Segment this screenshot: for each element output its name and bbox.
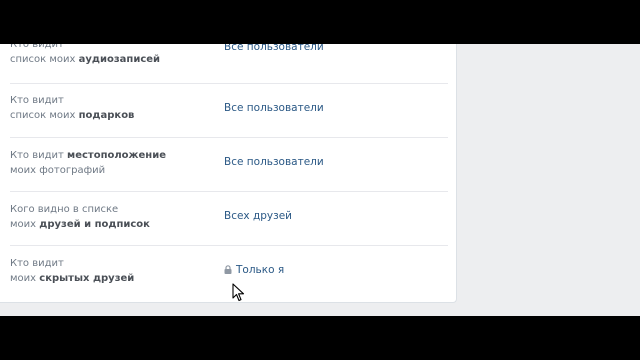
label-emphasis: местоположение [67, 150, 166, 161]
label-text: Кто видит [10, 150, 68, 161]
setting-label: Кто видит моих скрытых друзей [10, 256, 210, 286]
label-text: список моих [10, 110, 79, 121]
audio-privacy-dropdown[interactable]: Все пользователи [224, 44, 324, 55]
privacy-row-photo-location: Кто видит местоположение моих фотографий… [0, 148, 456, 202]
friends-list-privacy-dropdown[interactable]: Всех друзей [224, 209, 292, 224]
setting-label-line1: Кто видит [10, 95, 64, 106]
label-emphasis: друзей и подписок [39, 219, 150, 230]
setting-label-line2: моих скрытых друзей [10, 271, 210, 286]
row-divider [10, 83, 448, 84]
mouse-cursor-icon [232, 283, 245, 302]
setting-label-line2: список моих аудиозаписей [10, 52, 210, 67]
setting-label: Кто видит список моих подарков [10, 93, 210, 123]
label-text: моих [10, 273, 40, 284]
lock-icon [224, 264, 232, 279]
hidden-friends-privacy-dropdown[interactable]: Только я [224, 263, 284, 279]
label-text: список моих [10, 54, 79, 65]
setting-label-line1: Кого видно в списке [10, 204, 119, 215]
privacy-settings-panel: Кто видит список моих аудиозаписей Все п… [0, 44, 457, 303]
photo-location-privacy-dropdown[interactable]: Все пользователи [224, 155, 324, 170]
hidden-friends-privacy-value: Только я [236, 264, 285, 276]
setting-label: Кого видно в списке моих друзей и подпис… [10, 202, 210, 232]
gifts-privacy-dropdown[interactable]: Все пользователи [224, 101, 324, 116]
setting-label-line1: Кто видит местоположение [10, 148, 210, 163]
row-divider [10, 245, 448, 246]
row-divider [10, 137, 448, 138]
row-divider [10, 191, 448, 192]
privacy-row-gifts: Кто видит список моих подарков Все польз… [0, 93, 456, 147]
settings-page: Кто видит список моих аудиозаписей Все п… [0, 44, 640, 316]
setting-label-line2: моих друзей и подписок [10, 217, 210, 232]
label-emphasis: подарков [78, 110, 135, 121]
setting-label-line1: Кто видит [10, 44, 64, 50]
label-emphasis: аудиозаписей [78, 54, 161, 65]
setting-label: Кто видит местоположение моих фотографий [10, 148, 210, 178]
label-text: моих [10, 219, 40, 230]
setting-label-line1: Кто видит [10, 258, 64, 269]
privacy-row-friends-list: Кого видно в списке моих друзей и подпис… [0, 202, 456, 256]
setting-label-line2: список моих подарков [10, 108, 210, 123]
label-emphasis: скрытых друзей [39, 273, 135, 284]
setting-label-line2: моих фотографий [10, 165, 106, 176]
setting-label: Кто видит список моих аудиозаписей [10, 44, 210, 67]
privacy-row-hidden-friends: Кто видит моих скрытых друзей Только я [0, 256, 456, 310]
